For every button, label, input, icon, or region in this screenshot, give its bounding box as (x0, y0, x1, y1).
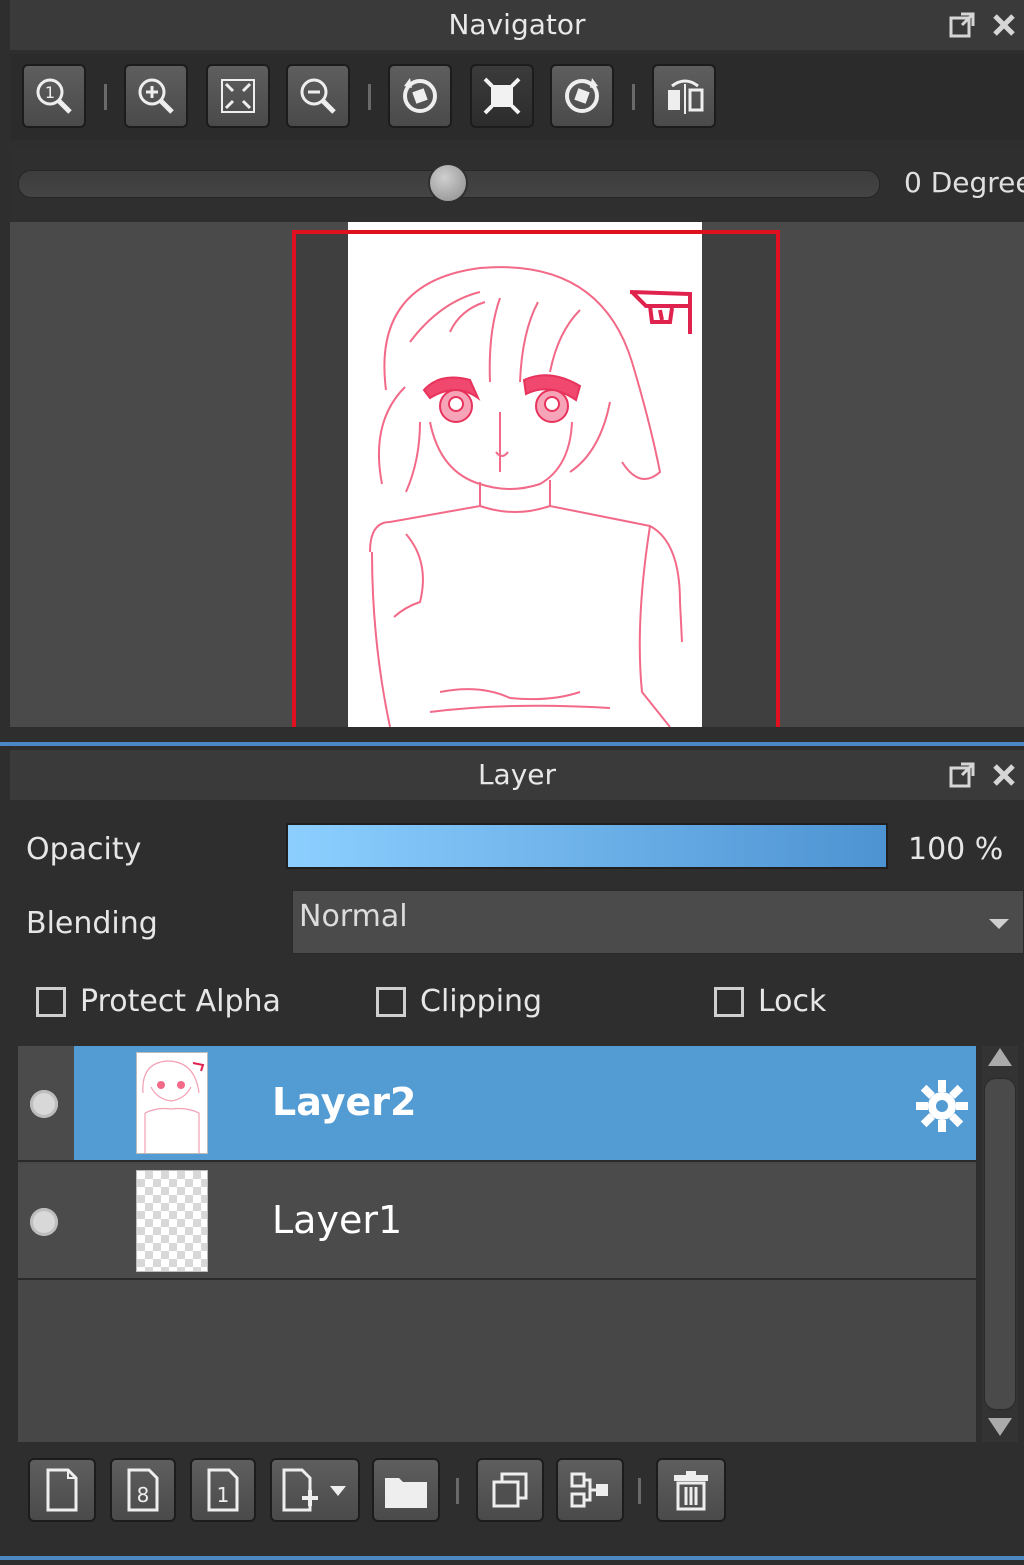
layer-name: Layer2 (272, 1080, 417, 1124)
scrollbar-thumb[interactable] (984, 1078, 1016, 1410)
canvas-preview[interactable] (10, 222, 1024, 727)
zoom-out-button[interactable] (286, 64, 350, 128)
rotate-right-icon (565, 78, 599, 113)
flip-horizontal-button[interactable] (652, 64, 716, 128)
merge-down-button[interactable] (556, 1458, 624, 1522)
layer-panel: Layer Opacity 100 % Blending Normal Prot… (0, 746, 1024, 1565)
scroll-down-icon[interactable] (988, 1418, 1012, 1436)
close-icon[interactable] (990, 761, 1018, 789)
protect-alpha-box[interactable] (36, 986, 66, 1017)
rotation-slider-knob[interactable] (428, 163, 468, 203)
add-layer-dropdown-icon (282, 1468, 346, 1512)
layer-row-layer1[interactable]: Layer1 (18, 1164, 976, 1280)
visibility-eye-icon[interactable] (30, 1090, 58, 1118)
lock-box[interactable] (714, 986, 744, 1017)
clipping-box[interactable] (376, 986, 406, 1017)
new-folder-icon (385, 1478, 427, 1508)
lock-checkbox[interactable]: Lock (714, 984, 826, 1019)
rotation-slider-row: 0 Degree (10, 146, 1024, 220)
visibility-cell (18, 1046, 74, 1160)
blending-selected-value: Normal (299, 899, 408, 934)
add-layer-dropdown-button[interactable] (270, 1458, 360, 1522)
opacity-label: Opacity (26, 832, 142, 867)
layer-thumbnail (136, 1052, 208, 1154)
protect-alpha-checkbox[interactable]: Protect Alpha (36, 984, 281, 1019)
blending-select[interactable]: Normal (292, 890, 1024, 954)
duplicate-layer-icon (492, 1472, 528, 1508)
visibility-eye-icon[interactable] (30, 1208, 58, 1236)
svg-text:8: 8 (137, 1483, 150, 1507)
rotate-right-button[interactable] (550, 64, 614, 128)
layer-thumbnail (136, 1170, 208, 1272)
delete-layer-icon (674, 1471, 708, 1511)
gear-icon[interactable] (914, 1078, 970, 1134)
reset-rotation-icon (483, 77, 521, 115)
toolbar-separator (368, 84, 371, 110)
navigator-titlebar: Navigator (10, 0, 1024, 50)
layer-name: Layer1 (272, 1198, 403, 1242)
merge-down-icon (570, 1472, 608, 1508)
layer-list: Layer2 Layer1 (18, 1046, 976, 1442)
layer-list-scrollbar[interactable] (982, 1046, 1018, 1442)
navigator-toolbar: 1 (10, 54, 1024, 140)
clipping-label: Clipping (420, 984, 543, 1019)
chevron-down-icon (989, 919, 1009, 929)
duplicate-layer-button[interactable] (476, 1458, 544, 1522)
canvas-preview-image (292, 222, 780, 727)
zoom-actual-size-button[interactable]: 1 (22, 64, 86, 128)
layer-bottom-toolbar: 8 1 (14, 1446, 1024, 1546)
protect-alpha-label: Protect Alpha (80, 984, 281, 1019)
reset-rotation-button[interactable] (470, 64, 534, 128)
new-layer-icon (46, 1468, 78, 1512)
new-1bit-layer-icon: 1 (207, 1468, 239, 1512)
rotate-left-button[interactable] (388, 64, 452, 128)
fit-to-window-icon (221, 79, 255, 113)
toolbar-separator (456, 1478, 459, 1504)
opacity-slider[interactable] (286, 823, 888, 869)
fit-to-window-button[interactable] (206, 64, 270, 128)
float-panel-icon[interactable] (948, 11, 976, 39)
close-icon[interactable] (990, 11, 1018, 39)
rotate-left-icon (403, 78, 437, 113)
zoom-in-icon (138, 78, 174, 114)
new-1bit-layer-button[interactable]: 1 (190, 1458, 256, 1522)
new-8bit-layer-icon: 8 (127, 1468, 159, 1512)
new-8bit-layer-button[interactable]: 8 (110, 1458, 176, 1522)
blending-label: Blending (26, 906, 158, 941)
new-layer-button[interactable] (28, 1458, 96, 1522)
toolbar-separator (104, 84, 107, 110)
visibility-cell (18, 1164, 74, 1278)
lock-label: Lock (758, 984, 827, 1019)
navigator-panel: Navigator 1 0 Degree (0, 0, 1024, 742)
layer-title-icons (948, 750, 1018, 800)
scroll-up-icon[interactable] (988, 1048, 1012, 1066)
bottom-divider (0, 1556, 1024, 1560)
zoom-in-button[interactable] (124, 64, 188, 128)
svg-text:1: 1 (217, 1483, 230, 1507)
navigator-title-icons (948, 0, 1018, 50)
float-panel-icon[interactable] (948, 761, 976, 789)
layer-titlebar: Layer (10, 750, 1024, 800)
layer-panel-title: Layer (477, 758, 557, 791)
new-folder-button[interactable] (372, 1458, 440, 1522)
opacity-value: 100 % (908, 832, 1004, 867)
navigator-title: Navigator (448, 8, 586, 41)
layer-row-layer2[interactable]: Layer2 (18, 1046, 976, 1162)
flip-horizontal-icon (668, 79, 704, 114)
delete-layer-button[interactable] (656, 1458, 726, 1522)
rotation-degree-readout: 0 Degree (904, 166, 1024, 199)
toolbar-separator (638, 1478, 641, 1504)
clipping-checkbox[interactable]: Clipping (376, 984, 542, 1019)
zoom-out-icon (300, 78, 336, 114)
toolbar-separator (632, 84, 635, 110)
svg-text:1: 1 (45, 83, 55, 102)
zoom-actual-size-icon: 1 (36, 78, 72, 114)
